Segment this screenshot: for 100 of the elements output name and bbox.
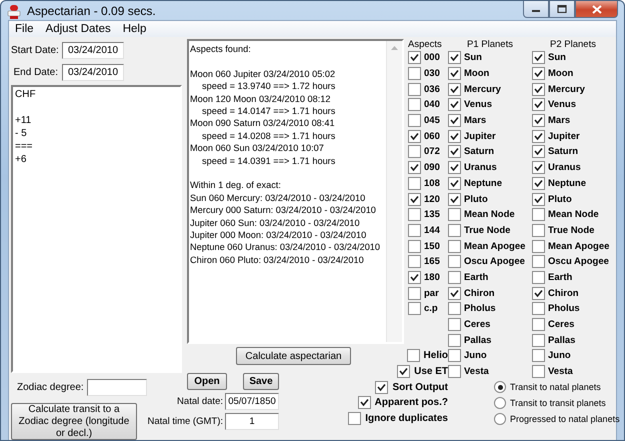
checkbox[interactable] — [408, 240, 421, 253]
checkbox[interactable] — [448, 224, 461, 237]
checkbox[interactable] — [408, 67, 421, 80]
checkbox[interactable] — [448, 318, 461, 332]
open-button[interactable]: Open — [187, 373, 227, 390]
zodiac-degree-field[interactable] — [86, 378, 147, 396]
checkbox[interactable] — [408, 82, 421, 96]
checkbox[interactable] — [532, 286, 545, 300]
menu-item[interactable]: Adjust Dates — [42, 21, 115, 37]
checkbox[interactable] — [448, 82, 461, 96]
checkbox[interactable] — [408, 192, 421, 206]
checkbox[interactable] — [448, 130, 461, 143]
maximize-icon — [557, 5, 567, 13]
checkbox-label: Neptune — [548, 178, 586, 189]
checkbox[interactable] — [408, 302, 421, 316]
checkbox-label: 000 — [424, 52, 440, 64]
radio-button[interactable] — [494, 412, 506, 425]
checkbox[interactable] — [375, 380, 388, 394]
menu-item[interactable]: File — [11, 21, 38, 37]
natal-date-field[interactable]: 05/07/1850 — [225, 393, 279, 410]
checkbox[interactable] — [448, 51, 461, 64]
checkbox[interactable] — [408, 224, 421, 237]
checkbox[interactable] — [408, 255, 421, 268]
checkbox[interactable] — [448, 365, 461, 378]
checkbox[interactable] — [408, 130, 421, 143]
checkbox[interactable] — [408, 145, 421, 158]
radio-button[interactable] — [494, 381, 506, 394]
checkbox-label: 135 — [424, 209, 440, 220]
checkbox[interactable] — [448, 98, 461, 112]
checkbox[interactable] — [532, 114, 545, 128]
checkbox[interactable] — [358, 396, 371, 410]
checkbox[interactable] — [408, 114, 421, 128]
checkbox[interactable] — [408, 208, 421, 222]
checkbox[interactable] — [532, 145, 545, 158]
checkbox[interactable] — [532, 365, 545, 378]
checkbox[interactable] — [532, 67, 545, 80]
menu-item[interactable]: Help — [118, 21, 150, 37]
checkbox[interactable] — [448, 286, 461, 300]
checkbox[interactable] — [532, 176, 545, 190]
calculate-transit-button[interactable]: Calculate transit to a Zodiac degree (longitude or decl.) — [11, 403, 137, 440]
checkbox-label: par — [424, 288, 439, 299]
save-button[interactable]: Save — [243, 373, 279, 390]
checkbox[interactable] — [532, 98, 545, 112]
checkbox[interactable] — [408, 286, 421, 300]
speed-line: speed = 14.0147 ==> 1.71 hours — [201, 105, 336, 118]
checkbox[interactable] — [408, 161, 421, 174]
checkbox-label: True Node — [464, 224, 510, 236]
start-date-field[interactable]: 03/24/2010 — [62, 42, 124, 58]
minimize-button[interactable] — [523, 1, 549, 18]
checkbox[interactable] — [408, 51, 421, 64]
checkbox[interactable] — [406, 349, 420, 362]
checkbox[interactable] — [448, 270, 461, 284]
calculate-aspectarian-button[interactable]: Calculate aspectarian — [236, 347, 351, 365]
checkbox[interactable] — [532, 349, 545, 362]
checkbox[interactable] — [448, 161, 461, 174]
checkbox[interactable] — [448, 334, 461, 347]
checkbox-label: Mercury — [464, 84, 501, 95]
checkbox[interactable] — [532, 270, 545, 284]
maximize-button[interactable] — [549, 1, 575, 18]
checkbox[interactable] — [532, 334, 545, 347]
checkbox[interactable] — [408, 176, 421, 190]
checkbox[interactable] — [397, 365, 410, 378]
checkbox[interactable] — [532, 224, 545, 237]
exact-line: Jupiter 060 Sun: 03/24/2010 - 03/24/2010 — [190, 216, 361, 230]
checkbox[interactable] — [532, 208, 545, 222]
checkbox[interactable] — [532, 318, 545, 332]
speed-line: speed = 14.0391 ==> 1.71 hours — [201, 154, 336, 168]
checkbox[interactable] — [408, 98, 421, 112]
end-date-field[interactable]: 03/24/2010 — [62, 64, 124, 80]
close-button[interactable] — [575, 1, 618, 18]
checkbox[interactable] — [448, 255, 461, 268]
checkbox[interactable] — [448, 208, 461, 222]
checkbox[interactable] — [532, 82, 545, 96]
checkbox[interactable] — [532, 161, 545, 174]
checkbox[interactable] — [448, 349, 461, 362]
checkbox[interactable] — [532, 255, 545, 268]
checkbox-label: Pluto — [464, 194, 488, 205]
checkbox[interactable] — [532, 302, 545, 316]
checkbox[interactable] — [532, 192, 545, 206]
checkbox[interactable] — [532, 240, 545, 253]
checkbox[interactable] — [448, 176, 461, 190]
checkbox-label: Vesta — [548, 366, 573, 378]
checkbox[interactable] — [448, 302, 461, 316]
checkbox[interactable] — [448, 192, 461, 206]
natal-time-field[interactable]: 1 — [225, 413, 279, 430]
checkbox-label: Pholus — [548, 303, 580, 314]
radio-button[interactable] — [494, 396, 506, 409]
checkbox-label: Jupiter — [464, 130, 496, 142]
checkbox-label: 072 — [424, 146, 440, 158]
column-heading: P1 Planets — [467, 39, 513, 50]
radio-label: Transit to transit planets — [510, 398, 606, 408]
checkbox[interactable] — [448, 145, 461, 158]
checkbox[interactable] — [448, 240, 461, 253]
checkbox[interactable] — [532, 51, 545, 64]
checkbox[interactable] — [448, 67, 461, 80]
checkbox[interactable] — [348, 412, 362, 426]
notes-text-area[interactable]: CHF +11 - 5 === +6 — [11, 85, 182, 373]
checkbox[interactable] — [408, 270, 421, 284]
checkbox[interactable] — [448, 114, 461, 128]
checkbox[interactable] — [532, 130, 545, 143]
